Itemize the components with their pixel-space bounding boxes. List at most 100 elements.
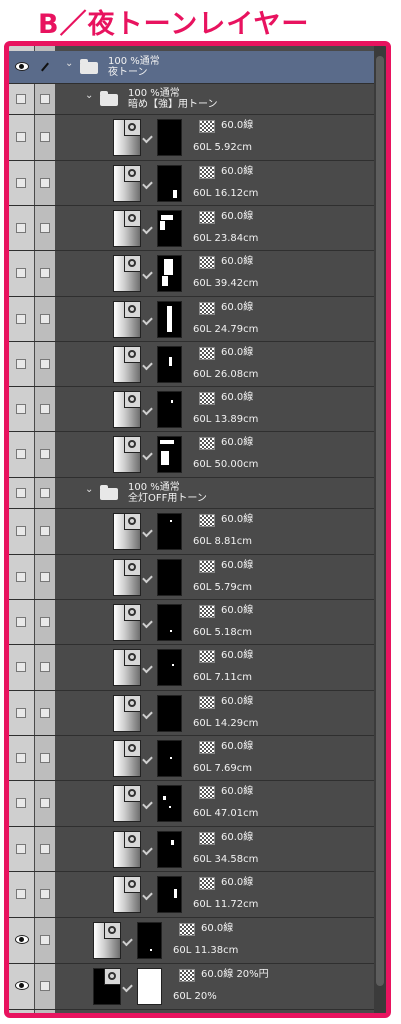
layer-row[interactable]: 60.0線 60L 26.08cm (9, 341, 374, 387)
layer-row[interactable]: 60.0線 60L 5.18cm (9, 599, 374, 645)
mask-link-icon[interactable] (142, 449, 153, 461)
layer-mask-thumbnail[interactable] (157, 740, 182, 777)
lock-toggle[interactable] (40, 526, 50, 536)
visibility-toggle[interactable] (16, 526, 26, 536)
mask-link-icon[interactable] (142, 662, 153, 674)
visibility-toggle[interactable] (16, 178, 26, 188)
lock-toggle[interactable] (40, 617, 50, 627)
lock-toggle[interactable] (40, 662, 50, 672)
visibility-toggle[interactable] (16, 488, 26, 498)
layer-mask-thumbnail[interactable] (157, 513, 182, 550)
layer-row[interactable]: 60.0線 60L 7.69cm (9, 735, 374, 781)
layer-mask-thumbnail[interactable] (157, 436, 182, 473)
visibility-toggle[interactable] (16, 662, 26, 672)
mask-link-icon[interactable] (142, 404, 153, 416)
mask-link-icon[interactable] (142, 268, 153, 280)
layer-row[interactable]: 60.0線 60L 23.84cm (9, 205, 374, 251)
visibility-toggle[interactable] (16, 404, 26, 414)
mask-link-icon[interactable] (142, 844, 153, 856)
layer-mask-thumbnail[interactable] (157, 346, 182, 383)
visibility-toggle[interactable] (16, 449, 26, 459)
visibility-toggle[interactable] (16, 708, 26, 718)
layer-row[interactable]: 60.0線 60L 5.92cm (9, 114, 374, 161)
layer-row[interactable]: 60.0線 60L 50.00cm (9, 431, 374, 478)
lock-toggle[interactable] (40, 889, 50, 899)
chevron-down-icon[interactable]: ⌄ (85, 484, 93, 495)
layer-row[interactable]: 60.0線 60L 39.42cm (9, 250, 374, 297)
layer-row[interactable]: 60.0線 60L 13.89cm (9, 386, 374, 432)
lock-toggle[interactable] (40, 844, 50, 854)
lock-toggle[interactable] (40, 449, 50, 459)
layer-mask-thumbnail[interactable] (157, 301, 182, 338)
layer-mask-thumbnail[interactable] (157, 559, 182, 596)
chevron-down-icon[interactable]: ⌄ (65, 58, 73, 69)
visibility-toggle[interactable] (16, 572, 26, 582)
lock-toggle[interactable] (40, 359, 50, 369)
layer-row[interactable]: 60.0線 60L 5.79cm (9, 554, 374, 600)
scrollbar-thumb[interactable] (376, 56, 384, 986)
lock-toggle[interactable] (40, 314, 50, 324)
layer-folder-row[interactable]: ⌄ 100 %通常 夜トーン (9, 51, 374, 84)
layer-folder-row[interactable]: ⌄ 100 %通常 暗め【強】用トーン (9, 83, 374, 115)
layer-mask-thumbnail[interactable] (137, 922, 162, 959)
lock-toggle[interactable] (40, 753, 50, 763)
layer-row[interactable]: 60.0線 20%円 60L 20% (9, 963, 374, 1010)
lock-toggle[interactable] (40, 223, 50, 233)
visibility-toggle[interactable] (16, 359, 26, 369)
layer-mask-thumbnail[interactable] (157, 876, 182, 913)
mask-link-icon[interactable] (142, 708, 153, 720)
layer-row[interactable]: 60.0線 60L 24.79cm (9, 296, 374, 342)
layer-row[interactable]: 60.0線 60L 8.81cm (9, 508, 374, 555)
visibility-toggle[interactable] (16, 617, 26, 627)
lock-toggle[interactable] (40, 132, 50, 142)
lock-toggle[interactable] (40, 268, 50, 278)
lock-toggle[interactable] (40, 404, 50, 414)
layer-row[interactable]: 60.0線 60L 11.72cm (9, 871, 374, 918)
lock-toggle[interactable] (40, 572, 50, 582)
eye-icon[interactable] (15, 935, 29, 944)
lock-toggle[interactable] (40, 798, 50, 808)
mask-link-icon[interactable] (142, 359, 153, 371)
mask-link-icon[interactable] (142, 132, 153, 144)
chevron-down-icon[interactable]: ⌄ (85, 90, 93, 101)
eye-icon[interactable] (15, 62, 29, 71)
layer-mask-thumbnail[interactable] (157, 165, 182, 202)
visibility-toggle[interactable] (16, 844, 26, 854)
mask-link-icon[interactable] (142, 526, 153, 538)
visibility-toggle[interactable] (16, 889, 26, 899)
layer-mask-thumbnail[interactable] (157, 119, 182, 156)
layer-mask-thumbnail[interactable] (157, 210, 182, 247)
mask-link-icon[interactable] (142, 314, 153, 326)
layer-row[interactable]: 60.0線 60L 47.01cm (9, 780, 374, 827)
visibility-toggle[interactable] (16, 753, 26, 763)
mask-link-icon[interactable] (142, 798, 153, 810)
layer-row[interactable]: 60.0線 60L 34.58cm (9, 826, 374, 872)
layer-mask-thumbnail[interactable] (157, 255, 182, 292)
layer-row[interactable]: 60.0線 60L 14.29cm (9, 690, 374, 736)
scrollbar[interactable] (374, 46, 386, 1013)
mask-link-icon[interactable] (142, 617, 153, 629)
lock-toggle[interactable] (40, 981, 50, 991)
mask-link-icon[interactable] (142, 889, 153, 901)
layer-mask-thumbnail[interactable] (157, 604, 182, 641)
layer-mask-thumbnail[interactable] (157, 649, 182, 686)
visibility-toggle[interactable] (16, 314, 26, 324)
visibility-toggle[interactable] (16, 132, 26, 142)
eye-icon[interactable] (15, 981, 29, 990)
visibility-toggle[interactable] (16, 223, 26, 233)
layer-mask-thumbnail[interactable] (157, 695, 182, 732)
lock-toggle[interactable] (40, 94, 50, 104)
mask-link-icon[interactable] (122, 935, 133, 947)
visibility-toggle[interactable] (16, 798, 26, 808)
lock-toggle[interactable] (40, 178, 50, 188)
layer-mask-thumbnail[interactable] (137, 968, 162, 1005)
lock-toggle[interactable] (40, 488, 50, 498)
layer-row[interactable]: 60.0線 60L 7.11cm (9, 644, 374, 691)
visibility-toggle[interactable] (16, 94, 26, 104)
mask-link-icon[interactable] (142, 223, 153, 235)
mask-link-icon[interactable] (142, 753, 153, 765)
layer-mask-thumbnail[interactable] (157, 391, 182, 428)
layer-row[interactable]: 60.0線 60L 11.38cm (9, 917, 374, 964)
mask-link-icon[interactable] (142, 572, 153, 584)
layer-mask-thumbnail[interactable] (157, 785, 182, 822)
